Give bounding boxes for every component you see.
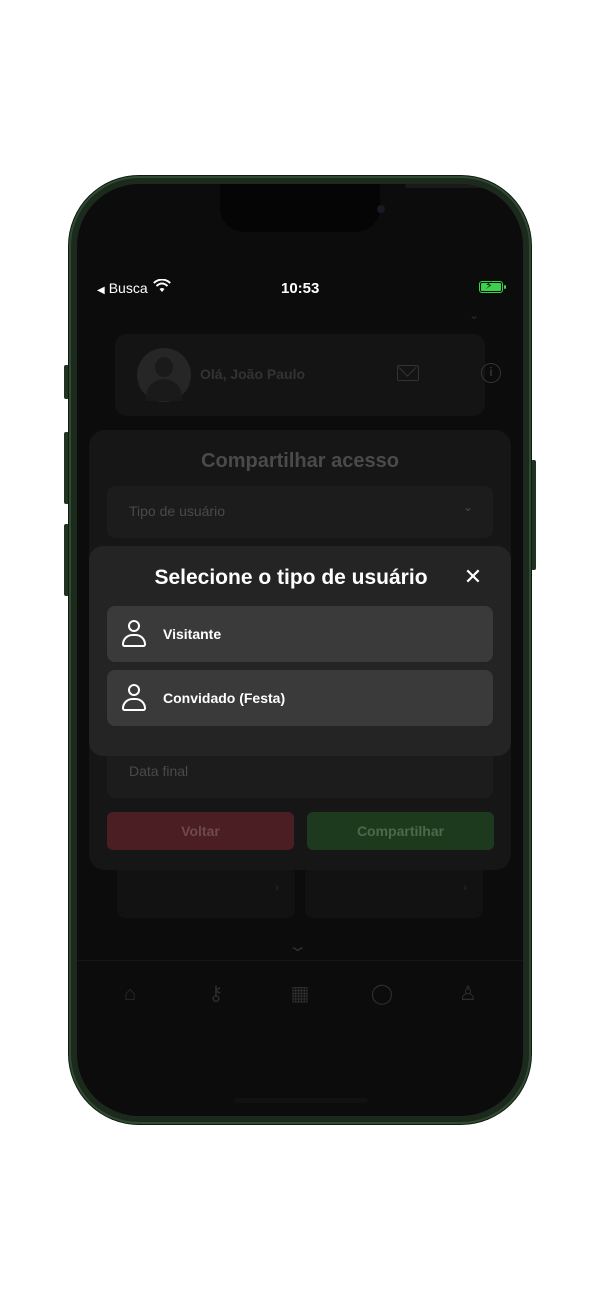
close-icon[interactable]: ✕ — [461, 566, 485, 590]
person-icon — [121, 684, 147, 712]
option-visitante[interactable]: Visitante — [107, 606, 493, 662]
qrcode-icon[interactable]: ▦ — [287, 981, 313, 1007]
battery-icon: ⚡ — [479, 280, 506, 293]
whatsapp-icon[interactable]: ◯ — [369, 981, 395, 1007]
chevron-right-icon: › — [463, 880, 467, 894]
chevron-down-icon: ⌄ — [469, 308, 480, 322]
avatar — [137, 348, 191, 402]
back-arrow-icon: ◀ — [97, 285, 105, 296]
info-icon[interactable]: i — [481, 363, 501, 383]
home-indicator — [234, 1098, 368, 1103]
phone-screen: ⌄ Olá, João Paulo i › › ⌄ ⌂ ⚷ ▦ ◯ ♙ Comp… — [77, 184, 523, 1116]
camera-dot — [377, 205, 385, 213]
profile-icon[interactable]: ♙ — [455, 981, 481, 1007]
notch — [220, 184, 483, 232]
share-button[interactable]: Compartilhar — [307, 812, 494, 850]
sheet-title: Compartilhar acesso — [201, 450, 399, 472]
person-icon — [121, 620, 147, 648]
option-label: Visitante — [163, 626, 222, 642]
back-to-app-link[interactable]: ◀ Busca — [97, 280, 148, 296]
status-bar: ◀ Busca 10:53 ⚡ — [77, 278, 523, 300]
chevron-down-icon: ⌄ — [462, 500, 473, 514]
user-type-placeholder: Tipo de usuário — [129, 503, 225, 519]
option-label: Convidado (Festa) — [163, 690, 286, 706]
end-date-placeholder: Data final — [129, 763, 189, 779]
shortcut-tile-right[interactable]: › — [305, 864, 483, 918]
user-type-modal: Selecione o tipo de usuário ✕ Visitante … — [89, 546, 511, 756]
back-app-label: Busca — [108, 280, 148, 296]
key-icon[interactable]: ⚷ — [203, 981, 229, 1007]
tab-bar: ⌂ ⚷ ▦ ◯ ♙ — [77, 960, 523, 1030]
user-type-select[interactable]: Tipo de usuário ⌄ — [107, 486, 493, 538]
greeting-text: Olá, João Paulo — [200, 366, 306, 382]
modal-title: Selecione o tipo de usuário — [154, 566, 428, 589]
back-button[interactable]: Voltar — [107, 812, 294, 850]
shortcut-tile-left[interactable]: › — [117, 864, 295, 918]
charging-bolt-icon: ⚡ — [485, 280, 493, 292]
clock: 10:53 — [281, 280, 320, 297]
mail-icon[interactable] — [397, 365, 419, 381]
wifi-icon — [153, 279, 171, 292]
power-button — [531, 460, 536, 570]
chevron-down-icon[interactable]: ⌄ — [287, 936, 308, 956]
home-icon[interactable]: ⌂ — [117, 981, 143, 1007]
user-card: Olá, João Paulo i — [115, 334, 501, 416]
option-convidado-festa[interactable]: Convidado (Festa) — [107, 670, 493, 726]
chevron-right-icon: › — [275, 880, 279, 894]
